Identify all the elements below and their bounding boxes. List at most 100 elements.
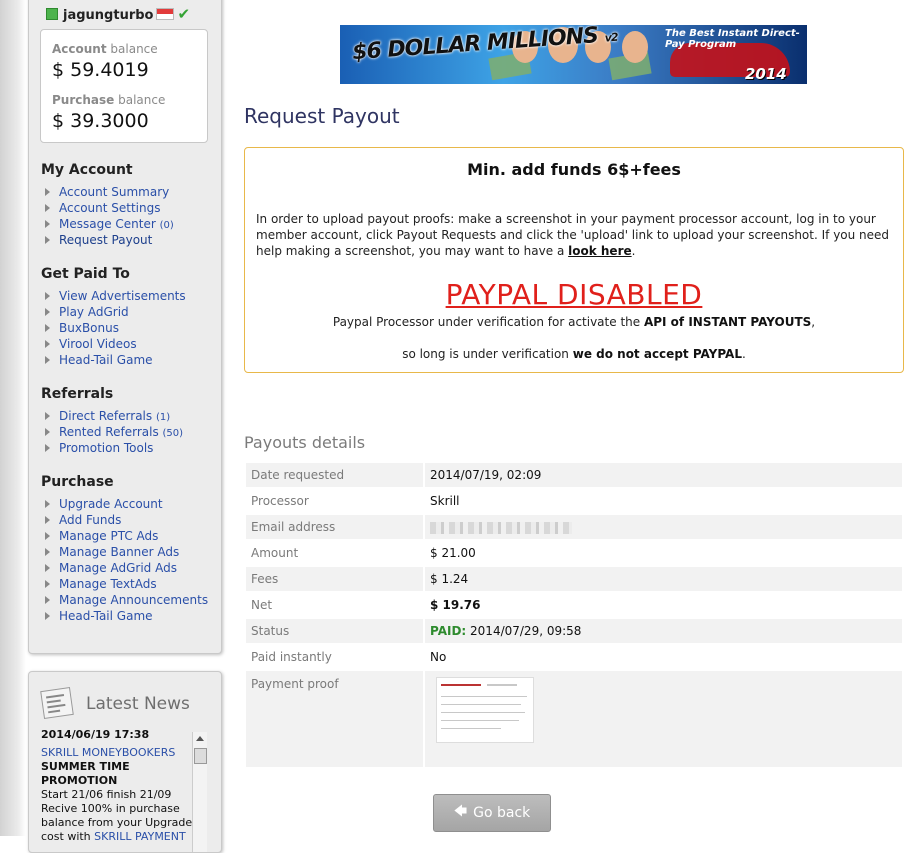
detail-value: $ 21.00: [430, 546, 476, 560]
payouts-details-title: Payouts details: [244, 433, 366, 452]
latest-news-title: Latest News: [86, 694, 190, 714]
arrow-icon: [45, 292, 50, 300]
sidebar-item-buxbonus[interactable]: BuxBonus: [45, 321, 119, 335]
arrow-icon: [45, 340, 50, 348]
go-back-button[interactable]: 🡄 Go back: [433, 794, 551, 832]
latest-news-box: Latest News 2014/06/19 17:38 SKRILL MONE…: [28, 671, 222, 853]
detail-value: $ 19.76: [430, 598, 481, 612]
left-background: [0, 0, 26, 836]
arrow-icon: [45, 220, 50, 228]
sidebar-item-message-center[interactable]: Message Center (0): [45, 217, 174, 231]
detail-label: Net: [251, 598, 273, 612]
detail-value: Skrill: [430, 494, 460, 508]
page-title: Request Payout: [244, 104, 400, 128]
notice-box: Min. add funds 6$+fees In order to uploa…: [244, 147, 904, 373]
arrow-icon: [45, 236, 50, 244]
sidebar-item-manage-textads[interactable]: Manage TextAds: [45, 577, 157, 591]
news-line[interactable]: SKRILL MONEYBOOKERS: [41, 746, 193, 760]
detail-label: Paid instantly: [251, 650, 332, 664]
sidebar-item-request-payout[interactable]: Request Payout: [45, 233, 152, 247]
detail-value: $ 1.24: [425, 567, 902, 591]
sidebar-item-upgrade-account[interactable]: Upgrade Account: [45, 497, 163, 511]
section-get-paid-to: Get Paid To: [41, 266, 130, 282]
table-row: Paid instantly No: [246, 645, 902, 669]
sidebar-item-promotion-tools[interactable]: Promotion Tools: [45, 441, 153, 455]
arrow-icon: [45, 308, 50, 316]
news-line: Start 21/06 finish 21/09: [41, 788, 172, 801]
table-row: Date requested 2014/07/19, 02:09: [246, 463, 902, 487]
news-line: cost with SKRILL PAYMENT: [41, 830, 186, 843]
section-referrals: Referrals: [41, 386, 114, 402]
table-row: Status PAID: 2014/07/29, 09:58: [246, 619, 902, 643]
notice-line-1: Paypal Processor under verification for …: [332, 315, 816, 329]
table-row: Net $ 19.76: [246, 593, 902, 617]
sidebar-item-virool-videos[interactable]: Virool Videos: [45, 337, 137, 351]
arrow-icon: [45, 204, 50, 212]
detail-value: No: [430, 650, 447, 664]
arrow-icon: [45, 564, 50, 572]
detail-label: Payment proof: [246, 671, 423, 767]
detail-label: Fees: [246, 567, 423, 591]
account-balance-value: $ 59.4019: [52, 59, 149, 81]
username-text: jagungturbo: [63, 8, 154, 23]
news-content: 2014/06/19 17:38 SKRILL MONEYBOOKERS SUM…: [41, 728, 193, 844]
notice-paragraph: In order to upload payout proofs: make a…: [256, 212, 890, 258]
sidebar-item-account-settings[interactable]: Account Settings: [45, 201, 160, 215]
promo-banner[interactable]: $6 DOLLAR MILLIONS v2 The Best Instant D…: [340, 25, 807, 84]
detail-label: Date requested: [246, 463, 423, 487]
sidebar-item-play-adgrid[interactable]: Play AdGrid: [45, 305, 129, 319]
person-image: [622, 31, 648, 63]
section-my-account: My Account: [41, 162, 133, 178]
arrow-icon: [45, 580, 50, 588]
arrow-icon: [45, 516, 50, 524]
sidebar-item-head-tail-game-2[interactable]: Head-Tail Game: [45, 609, 153, 623]
table-row: Fees $ 1.24: [246, 567, 902, 591]
paypal-disabled-heading: PAYPAL DISABLED: [445, 278, 703, 311]
blurred-email: [430, 521, 572, 534]
scroll-thumb[interactable]: [194, 748, 207, 764]
detail-value: 2014/07/19, 02:09: [425, 463, 902, 487]
sidebar-item-account-summary[interactable]: Account Summary: [45, 185, 169, 199]
arrow-icon: [45, 500, 50, 508]
sidebar-item-manage-adgrid-ads[interactable]: Manage AdGrid Ads: [45, 561, 177, 575]
news-line: SUMMER TIME PROMOTION: [41, 760, 130, 787]
table-row: Email address: [246, 515, 902, 539]
payment-proof-thumbnail[interactable]: [436, 677, 534, 743]
sidebar-item-head-tail-game[interactable]: Head-Tail Game: [45, 353, 153, 367]
account-balance-label: Account balance: [52, 42, 158, 56]
banner-year: 2014: [745, 65, 787, 83]
sidebar-item-direct-referrals[interactable]: Direct Referrals (1): [45, 409, 170, 423]
purchase-balance-value: $ 39.3000: [52, 110, 149, 132]
table-row: Amount $ 21.00: [246, 541, 902, 565]
sidebar-item-manage-ptc-ads[interactable]: Manage PTC Ads: [45, 529, 158, 543]
sidebar-item-add-funds[interactable]: Add Funds: [45, 513, 121, 527]
arrow-icon: [45, 532, 50, 540]
arrow-icon: [45, 412, 50, 420]
table-row: Payment proof: [246, 671, 902, 767]
table-row: Processor Skrill: [246, 489, 902, 513]
look-here-link[interactable]: look here: [568, 244, 632, 258]
online-status-icon: [46, 8, 58, 20]
balances-box: Account balance $ 59.4019 Purchase balan…: [40, 29, 208, 143]
country-flag-icon: [156, 8, 175, 20]
section-purchase: Purchase: [41, 474, 114, 490]
sidebar-item-view-advertisements[interactable]: View Advertisements: [45, 289, 186, 303]
sidebar-item-rented-referrals[interactable]: Rented Referrals (50): [45, 425, 183, 439]
sidebar-item-manage-announcements[interactable]: Manage Announcements: [45, 593, 208, 607]
scroll-up-icon[interactable]: [196, 736, 204, 741]
detail-label: Processor: [251, 494, 309, 508]
arrow-icon: [45, 596, 50, 604]
banner-tagline: The Best Instant Direct-Pay Program: [665, 28, 800, 50]
news-scrollbar[interactable]: [192, 732, 207, 852]
sidebar-item-manage-banner-ads[interactable]: Manage Banner Ads: [45, 545, 179, 559]
detail-value: PAID: 2014/07/29, 09:58: [425, 619, 902, 643]
arrow-icon: [45, 324, 50, 332]
detail-label: Email address: [246, 515, 423, 539]
username: jagungturbo ✔: [46, 5, 190, 23]
news-line: Recive 100% in purchase: [41, 802, 180, 815]
notice-heading: Min. add funds 6$+fees: [467, 160, 681, 179]
detail-label: Status: [246, 619, 423, 643]
notice-line-2: so long is under verification we do not …: [402, 347, 746, 361]
banner-title: $6 DOLLAR MILLIONS v2: [351, 25, 619, 66]
arrow-icon: [45, 428, 50, 436]
